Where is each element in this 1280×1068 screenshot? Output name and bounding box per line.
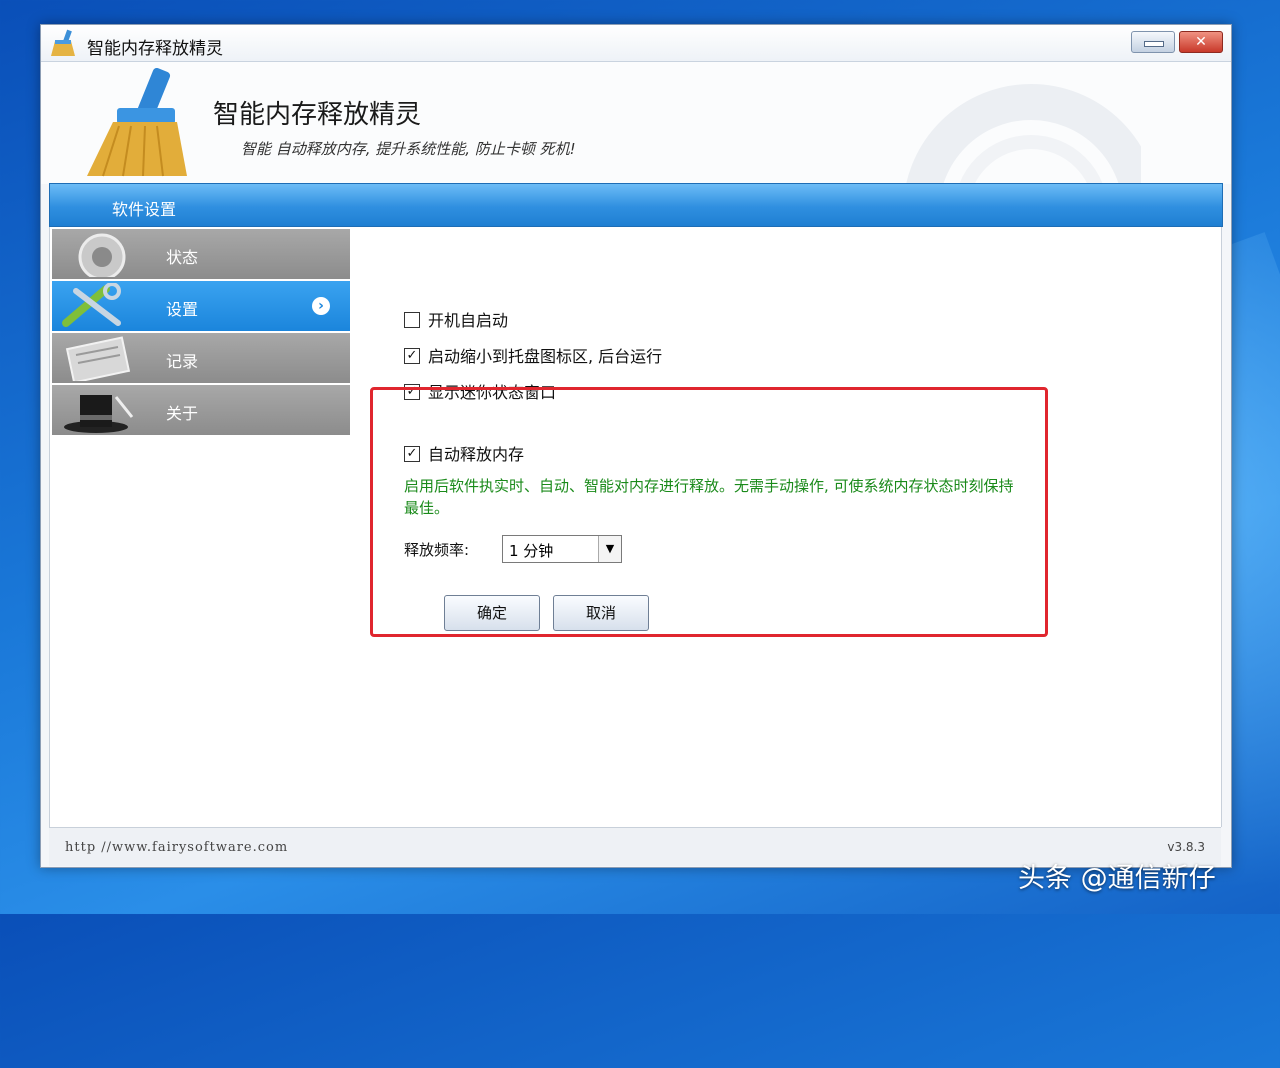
magic-hat-icon: [64, 395, 134, 433]
auto-release-checkbox[interactable]: ✓ 自动释放内存: [404, 441, 524, 465]
watermark-text: 头条 @通信新仔: [1018, 863, 1216, 894]
titlebar[interactable]: 智能内存释放精灵 ✕: [41, 25, 1231, 62]
close-button[interactable]: ✕: [1179, 31, 1223, 53]
minimize-tray-label: 启动缩小到托盘图标区, 后台运行: [428, 347, 663, 366]
autostart-checkbox[interactable]: 开机自启动: [404, 307, 508, 331]
section-header: 软件设置: [49, 183, 1223, 227]
section-title: 软件设置: [112, 200, 177, 219]
tools-icon: [62, 283, 121, 327]
gauge-icon: [78, 233, 126, 277]
broom-app-icon: [51, 29, 75, 56]
app-window: 智能内存释放精灵 ✕ 智能内存释放精灵 智能 自动释放内存, 提升系统性能, 防…: [40, 24, 1232, 868]
autostart-label: 开机自启动: [428, 311, 509, 330]
ok-button[interactable]: 确定: [444, 595, 540, 631]
window-title: 智能内存释放精灵: [87, 39, 223, 59]
auto-release-label: 自动释放内存: [428, 445, 525, 464]
checkbox-checked-icon[interactable]: ✓: [404, 347, 420, 364]
cancel-button[interactable]: 取消: [553, 595, 649, 631]
checkbox-unchecked-icon[interactable]: [404, 311, 420, 328]
gauge-decoration: [906, 84, 1141, 184]
sidebar-item-log[interactable]: 记录: [52, 333, 350, 385]
header-banner: 智能内存释放精灵 智能 自动释放内存, 提升系统性能, 防止卡顿 死机!: [41, 62, 1231, 184]
sidebar-item-label: 关于: [166, 404, 199, 423]
frequency-value: 1 分钟: [509, 542, 554, 560]
banner-subtitle: 智能 自动释放内存, 提升系统性能, 防止卡顿 死机!: [241, 140, 576, 158]
notebook-icon: [65, 336, 131, 381]
checkbox-checked-icon[interactable]: ✓: [404, 445, 420, 462]
dropdown-arrow-icon[interactable]: ▼: [598, 536, 621, 562]
chevron-right-icon: ›: [312, 297, 330, 315]
frequency-select[interactable]: 1 分钟 ▼: [502, 535, 622, 563]
broom-logo-icon: [87, 68, 187, 177]
website-link[interactable]: http //www.fairysoftware.com: [65, 840, 288, 855]
sidebar-item-settings[interactable]: 设置 ›: [52, 281, 350, 333]
frequency-label: 释放频率:: [404, 541, 470, 559]
sidebar-item-status[interactable]: 状态: [52, 229, 350, 281]
sidebar-item-about[interactable]: 关于: [52, 385, 350, 437]
sidebar-item-label: 记录: [166, 352, 199, 371]
sidebar-item-label: 设置: [166, 300, 199, 319]
sidebar-item-label: 状态: [166, 248, 199, 267]
minimize-tray-checkbox[interactable]: ✓ 启动缩小到托盘图标区, 后台运行: [404, 343, 662, 367]
auto-release-description: 启用后软件执实时、自动、智能对内存进行释放。无需手动操作, 可使系统内存状态时刻…: [404, 477, 1014, 517]
settings-panel: 开机自启动 ✓ 启动缩小到托盘图标区, 后台运行 ✓ 显示迷你状态窗口 ✓ 自动释放内…: [354, 227, 1222, 827]
sidebar: 状态 设置 › 记录 关于: [49, 227, 355, 827]
version-label: v3.8.3: [1167, 840, 1205, 854]
minimize-button[interactable]: [1131, 31, 1175, 53]
banner-title: 智能内存释放精灵: [213, 100, 422, 130]
